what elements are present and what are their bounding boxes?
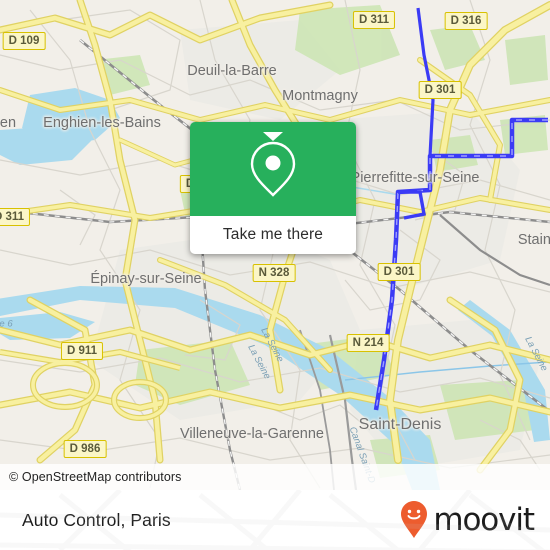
attribution-text: © OpenStreetMap contributors — [9, 470, 182, 484]
moovit-pin-smiley-icon — [401, 501, 428, 538]
road-shield: D 986 — [63, 440, 107, 458]
page-footer: Auto Control, Paris moovit — [0, 490, 550, 550]
map-place-label: Enghien-les-Bains — [43, 115, 161, 131]
map-place-label: en — [0, 115, 17, 131]
destination-popup-card[interactable]: Take me there — [190, 122, 356, 254]
map-place-label: Pierrefitte-sur-Seine — [350, 170, 480, 186]
road-shield: D 911 — [60, 342, 104, 360]
map-water-label: e 6 — [0, 318, 13, 330]
road-shield: D 301 — [377, 263, 421, 281]
road-shield: N 328 — [252, 264, 296, 282]
map-pin-icon — [250, 141, 296, 197]
map-place-label: Montmagny — [282, 88, 358, 104]
road-shield: D 316 — [444, 12, 488, 30]
moovit-brand[interactable]: moovit — [399, 500, 535, 540]
map-place-label: Deuil-la-Barre — [187, 63, 277, 79]
map-place-label: Villeneuve-la-Garenne — [179, 426, 325, 442]
road-shield: D 301 — [418, 81, 462, 99]
map-place-label: Stains — [517, 232, 550, 248]
place-title: Auto Control, Paris — [22, 509, 171, 530]
road-shield: D 311 — [352, 11, 396, 29]
road-shield: D 109 — [2, 32, 46, 50]
moovit-wordmark: moovit — [433, 502, 535, 538]
road-shield: N 214 — [346, 334, 390, 352]
map-place-label: Épinay-sur-Seine — [90, 271, 202, 287]
take-me-there-button[interactable]: Take me there — [190, 216, 356, 254]
take-me-there-label: Take me there — [222, 226, 324, 243]
map-attribution: © OpenStreetMap contributors — [0, 464, 550, 490]
road-shield: D 311 — [0, 208, 31, 226]
map-place-label: Saint-Denis — [358, 416, 442, 433]
moovit-map-screen: Deuil-la-Barre Montmagny Enghien-les-Bains… — [0, 0, 550, 550]
popup-card-pointer — [263, 132, 283, 141]
